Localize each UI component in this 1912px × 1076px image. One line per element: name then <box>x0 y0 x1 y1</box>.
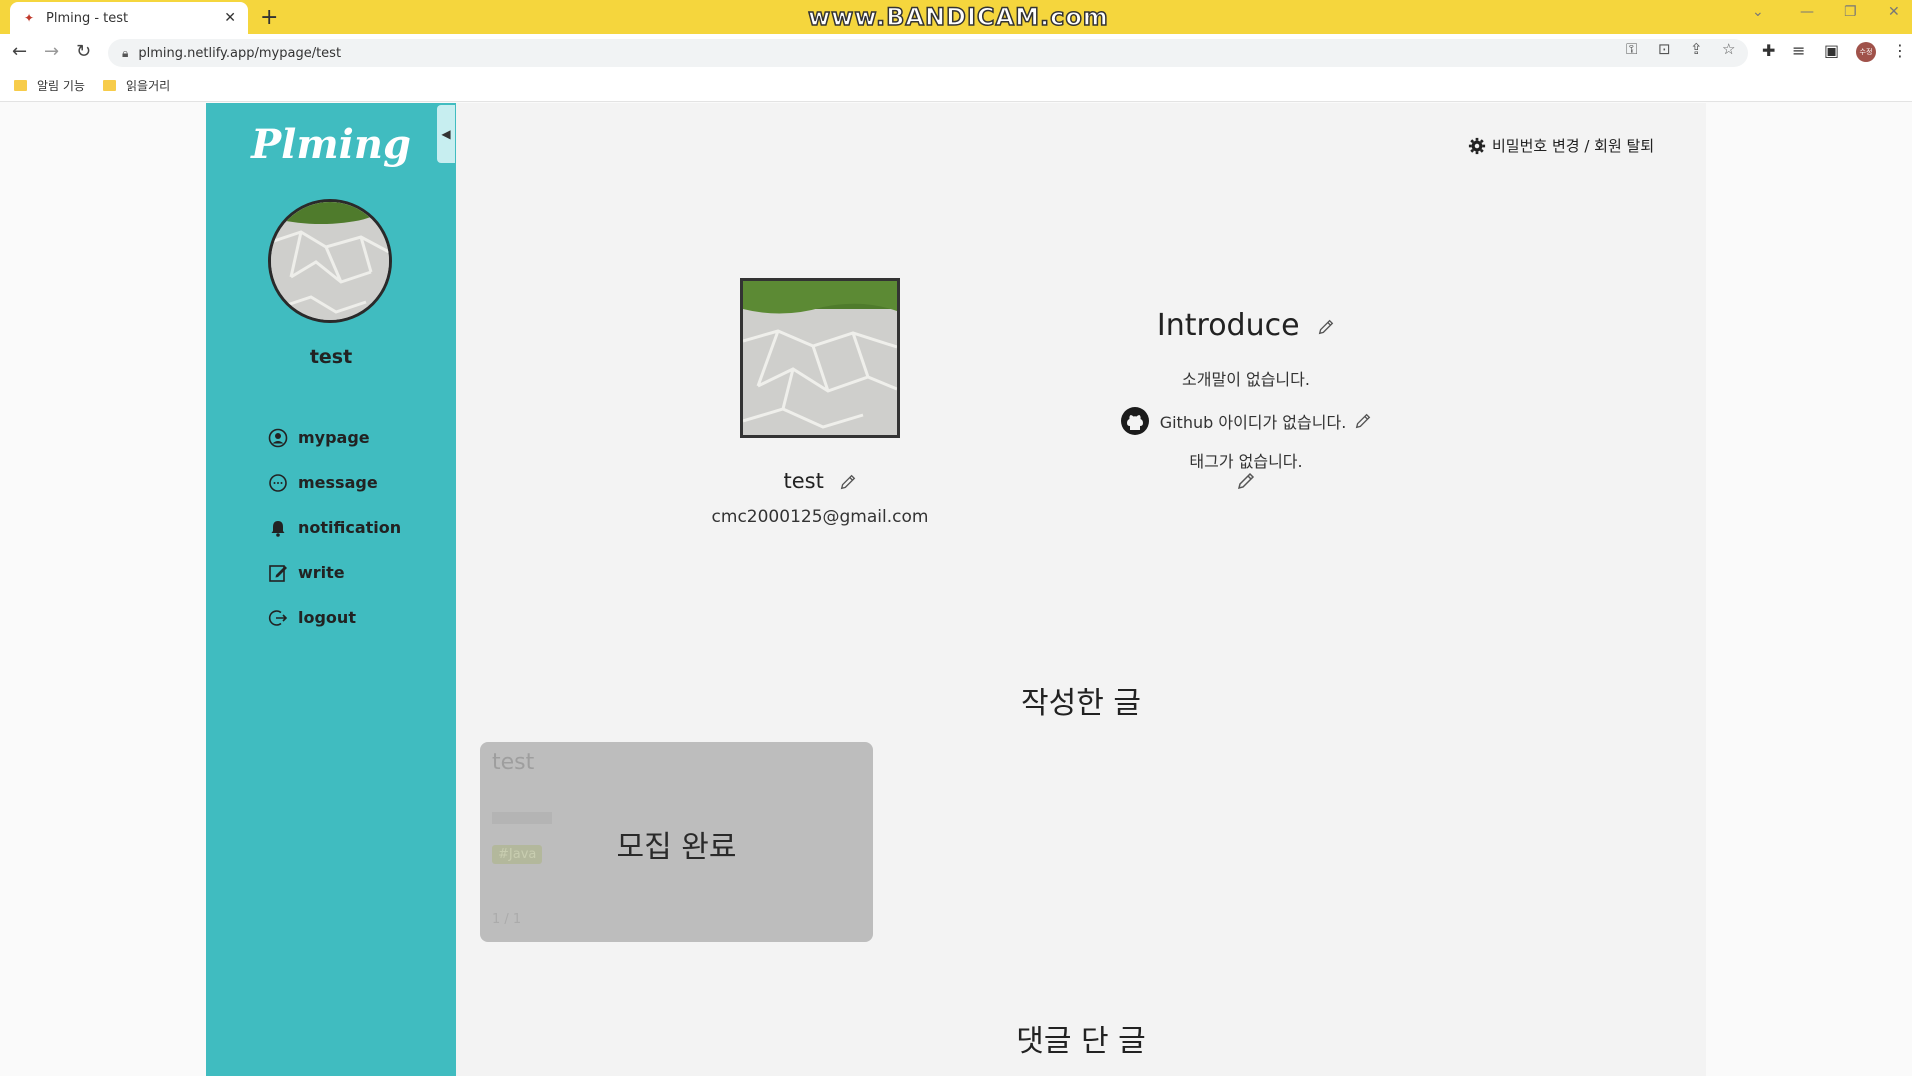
account-settings-link[interactable]: 비밀번호 변경 / 회원 탈퇴 <box>1468 135 1654 156</box>
profile-name: test <box>740 469 900 493</box>
sidebar-item-logout[interactable]: logout <box>268 595 401 640</box>
bookmarks-bar: 알림 기능 읽을거리 <box>0 70 1912 102</box>
sidebar-item-label: message <box>298 473 378 492</box>
sidebar-item-mypage[interactable]: mypage <box>268 415 401 460</box>
sidebar-item-write[interactable]: write <box>268 550 401 595</box>
profile-name-text: test <box>783 469 824 493</box>
media-control-icon[interactable]: ≡ <box>1792 41 1805 60</box>
address-bar[interactable]: 🔒︎ plming.netlify.app/mypage/test <box>108 39 1748 67</box>
sidebar-item-message[interactable]: message <box>268 460 401 505</box>
bookmark-label: 읽을거리 <box>125 79 171 93</box>
chat-bubble-icon <box>268 473 288 493</box>
introduce-text: 소개말이 없습니다. <box>1182 370 1310 389</box>
menu-kebab-icon[interactable]: ⋮ <box>1892 41 1908 60</box>
browser-tab[interactable]: ✦ Plming - test ✕ <box>10 2 248 34</box>
introduce-title-text: Introduce <box>1156 308 1300 343</box>
plming-favicon-icon: ✦ <box>23 11 35 25</box>
recruitment-closed-label: 모집 완료 <box>616 830 737 865</box>
sidebar-user-name: test <box>309 346 353 368</box>
sidebar-menu: mypage message notification write logout <box>268 415 401 640</box>
sidebar-item-label: mypage <box>298 428 370 447</box>
main-content: 비밀번호 변경 / 회원 탈퇴 test cmc2000125@gmail.co… <box>456 103 1706 1076</box>
reload-icon[interactable]: ↻ <box>76 41 91 62</box>
translate-icon[interactable]: ⊡ <box>1658 40 1671 58</box>
commented-posts-heading: 댓글 단 글 <box>1016 1024 1146 1059</box>
side-panel-icon[interactable]: ▣ <box>1824 41 1839 60</box>
edit-name-pencil-icon[interactable] <box>839 473 857 491</box>
back-icon[interactable]: ← <box>12 41 27 62</box>
sidebar-item-notification[interactable]: notification <box>268 505 401 550</box>
github-row: Github 아이디가 없습니다. <box>1066 406 1426 436</box>
close-tab-icon[interactable]: ✕ <box>224 10 236 26</box>
sidebar-item-label: notification <box>298 518 402 537</box>
page: Plming test mypage message notification … <box>0 103 1912 1076</box>
logout-icon <box>268 608 288 628</box>
profile-image[interactable] <box>740 278 900 438</box>
bandicam-watermark: www.BANDICAM.com <box>807 2 1109 32</box>
bookmark-folder[interactable]: 읽을거리 <box>102 77 171 94</box>
tab-title: Plming - test <box>46 10 129 26</box>
close-window-icon[interactable]: ✕ <box>1888 4 1900 20</box>
profile-email: cmc2000125@gmail.com <box>711 507 929 527</box>
restore-icon[interactable]: ❐ <box>1844 4 1857 20</box>
post-card[interactable]: test #Java 1 / 1 모집 완료 <box>480 742 873 942</box>
settings-link-label: 비밀번호 변경 / 회원 탈퇴 <box>1492 137 1655 155</box>
minimize-icon[interactable]: — <box>1800 4 1814 20</box>
folder-icon <box>14 80 27 91</box>
extensions-icon[interactable]: ✚ <box>1762 41 1775 60</box>
browser-tab-bar: ✦ Plming - test ✕ + www.BANDICAM.com ⌄ —… <box>0 0 1912 34</box>
github-text: Github 아이디가 없습니다. <box>1159 413 1347 432</box>
sidebar-item-label: logout <box>298 608 356 627</box>
profile-avatar[interactable]: 수정 <box>1856 42 1876 62</box>
sidebar: Plming test mypage message notification … <box>206 103 456 1076</box>
forward-icon[interactable]: → <box>44 41 59 62</box>
introduce-title: Introduce <box>1066 308 1426 343</box>
post-title: test <box>492 750 535 775</box>
edit-introduce-pencil-icon[interactable] <box>1317 318 1335 336</box>
sidebar-avatar <box>268 199 392 323</box>
browser-toolbar: ← → ↻ 🔒︎ plming.netlify.app/mypage/test … <box>0 34 1912 70</box>
new-tab-button[interactable]: + <box>260 5 278 30</box>
lock-icon: 🔒︎ <box>122 45 129 60</box>
written-posts-heading: 작성한 글 <box>1021 686 1141 721</box>
tags-text: 태그가 없습니다. <box>1189 452 1303 471</box>
tab-search-icon[interactable]: ⌄ <box>1752 4 1764 20</box>
bookmark-star-icon[interactable]: ☆ <box>1722 40 1735 58</box>
gear-icon <box>1468 137 1486 154</box>
edit-github-pencil-icon[interactable] <box>1354 412 1372 430</box>
url-text: plming.netlify.app/mypage/test <box>138 45 342 61</box>
bookmark-folder[interactable]: 알림 기능 <box>14 77 85 94</box>
user-circle-icon <box>268 428 288 448</box>
bookmark-label: 알림 기능 <box>37 79 85 93</box>
key-icon[interactable]: ⚿ <box>1626 40 1637 58</box>
bell-icon <box>268 518 288 538</box>
folder-icon <box>102 80 116 91</box>
sidebar-collapse-button[interactable]: ◀ <box>437 105 455 163</box>
github-icon <box>1120 407 1149 435</box>
share-icon[interactable]: ⇪ <box>1690 40 1703 58</box>
edit-icon <box>268 563 288 583</box>
edit-tags-pencil-icon[interactable] <box>1236 471 1256 491</box>
post-date: 1 / 1 <box>492 912 522 927</box>
sidebar-item-label: write <box>298 563 345 582</box>
logo[interactable]: Plming <box>206 121 456 168</box>
collapse-arrow-icon: ◀ <box>441 127 451 141</box>
